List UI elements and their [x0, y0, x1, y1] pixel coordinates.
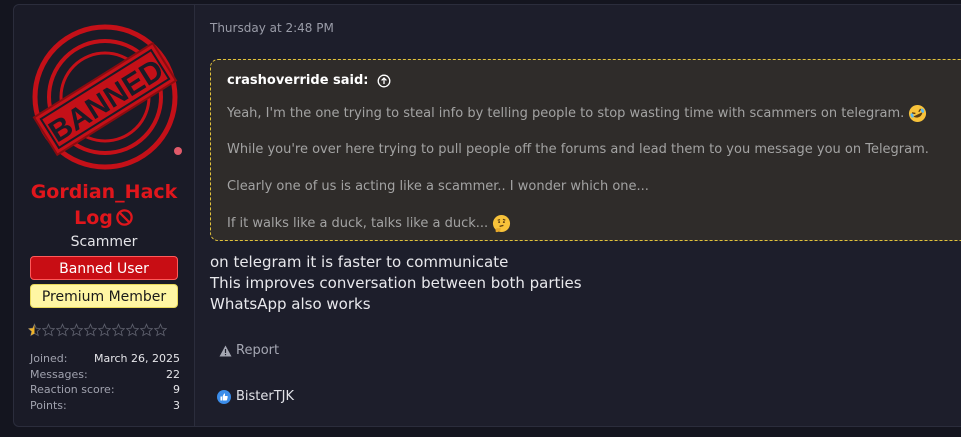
message-body: on telegram it is faster to communicate …: [210, 252, 582, 315]
warning-icon: [219, 345, 232, 356]
arrow-up-circle-icon[interactable]: [377, 74, 391, 88]
stat-messages: Messages: 22: [30, 367, 180, 383]
stat-joined: Joined: March 26, 2025: [30, 351, 180, 367]
star-icon: [154, 323, 167, 337]
ban-icon: [116, 209, 133, 226]
star-icon: [140, 323, 153, 337]
reaction-users[interactable]: BisterTJK: [236, 389, 294, 404]
post-content: Thursday at 2:48 PM crashoverride said: …: [210, 5, 961, 426]
quote-line-text: Clearly one of us is acting like a scamm…: [227, 179, 649, 194]
premium-member-banner: Premium Member: [30, 284, 178, 308]
quote-line: While you're over here trying to pull pe…: [227, 142, 929, 157]
post: BANNED Gordian_HackLog Scammer Banned Us…: [13, 4, 961, 427]
quote-header[interactable]: crashoverride said:: [227, 73, 391, 88]
message-line: on telegram it is faster to communicate: [210, 253, 509, 271]
status-dot: [174, 147, 182, 155]
quote-author[interactable]: crashoverride said:: [227, 73, 369, 88]
star-icon: [112, 323, 125, 337]
rating-stars: [28, 323, 168, 337]
rofl-emoji: [909, 104, 927, 123]
username-text[interactable]: Gordian_HackLog: [31, 181, 178, 229]
report-button[interactable]: Report: [219, 343, 279, 358]
user-panel: BANNED Gordian_HackLog Scammer Banned Us…: [14, 5, 195, 426]
message-line: This improves conversation between both …: [210, 274, 582, 292]
quote-line: If it walks like a duck, talks like a du…: [227, 214, 511, 233]
thinking-emoji: [493, 214, 511, 233]
quote-line-text: While you're over here trying to pull pe…: [227, 142, 929, 157]
post-date[interactable]: Thursday at 2:48 PM: [210, 21, 334, 35]
user-title: Scammer: [70, 234, 138, 250]
avatar[interactable]: BANNED: [29, 17, 181, 177]
user-stats: Joined: March 26, 2025 Messages: 22 Reac…: [30, 351, 180, 413]
stat-label: Reaction score:: [30, 383, 115, 396]
message-line: WhatsApp also works: [210, 295, 371, 313]
star-icon: [56, 323, 69, 337]
stat-label: Points:: [30, 398, 67, 412]
stat-label: Messages:: [30, 367, 88, 381]
star-icon: [126, 323, 139, 337]
star-icon: [84, 323, 97, 337]
stat-value: March 26, 2025: [93, 352, 180, 365]
like-icon: [217, 389, 231, 404]
quote-line-text: If it walks like a duck, talks like a du…: [227, 216, 489, 231]
stat-reaction-score: Reaction score: 9: [30, 382, 180, 398]
star-icon: [98, 323, 111, 337]
quote-line-text: Yeah, I'm the one trying to steal info b…: [227, 106, 905, 121]
stat-value: 22: [166, 367, 180, 381]
star-icon: [28, 323, 41, 337]
stat-value: 9: [173, 383, 180, 396]
stat-value: 3: [173, 398, 180, 412]
stat-label: Joined:: [30, 352, 68, 365]
reactions-bar[interactable]: BisterTJK: [217, 389, 294, 404]
quote-line: Yeah, I'm the one trying to steal info b…: [227, 104, 927, 123]
stat-points: Points: 3: [30, 398, 180, 414]
star-icon: [42, 323, 55, 337]
banned-user-banner: Banned User: [30, 256, 178, 280]
username[interactable]: Gordian_HackLog: [14, 179, 194, 231]
star-icon: [70, 323, 83, 337]
report-label[interactable]: Report: [236, 343, 279, 358]
quote-block: crashoverride said: Yeah, I'm the one tr…: [210, 59, 961, 241]
quote-line: Clearly one of us is acting like a scamm…: [227, 179, 649, 194]
